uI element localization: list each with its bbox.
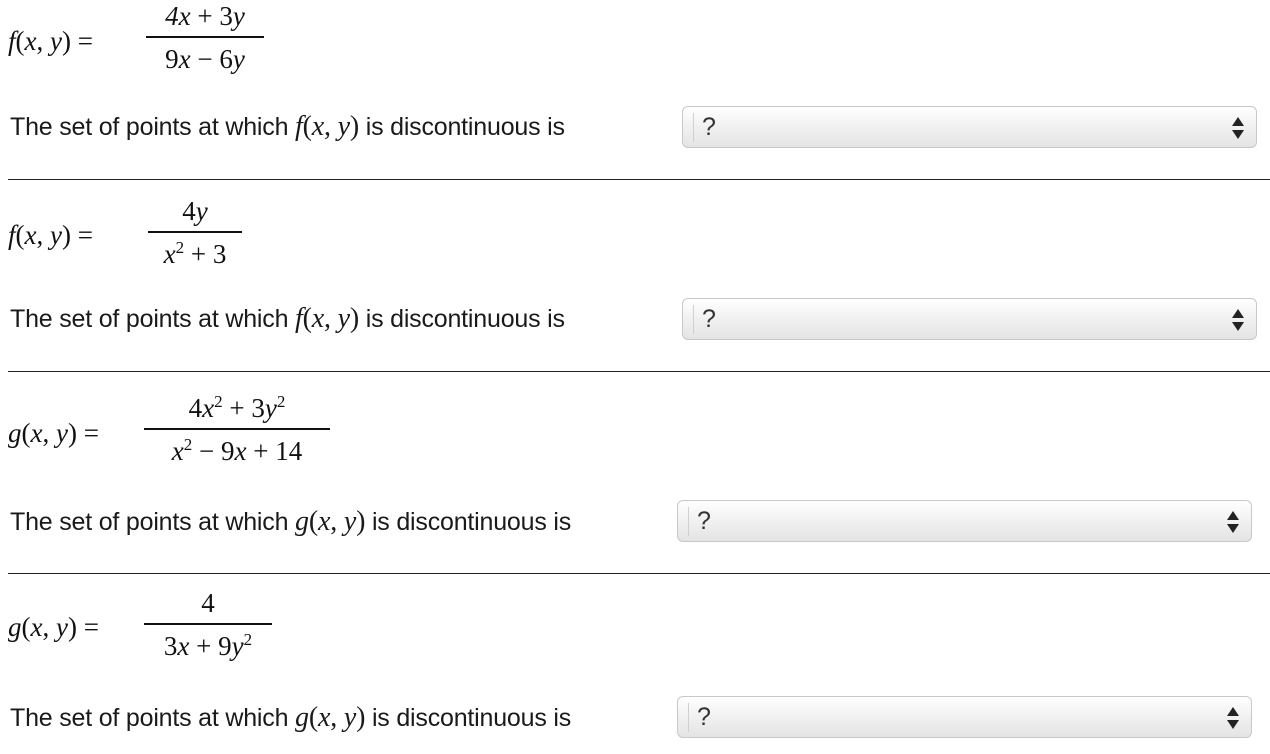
- question-function: f(x, y): [295, 111, 359, 142]
- fraction-denominator: x2 + 3: [163, 237, 227, 269]
- section-divider: [8, 371, 1270, 372]
- select-value: ?: [693, 113, 716, 142]
- question-text: The set of points at which f(x, y) is di…: [10, 303, 565, 335]
- question-suffix: is discontinuous is: [365, 305, 565, 333]
- section-divider: [8, 179, 1270, 180]
- question-prefix: The set of points at which: [10, 113, 289, 141]
- question-text: The set of points at which f(x, y) is di…: [10, 111, 565, 143]
- up-down-arrows-icon: [1232, 117, 1244, 139]
- function-fraction: 4y x2 + 3: [148, 195, 242, 270]
- fraction-numerator: 4: [201, 588, 215, 618]
- function-lhs: f(x, y) =: [8, 220, 93, 250]
- question-text: The set of points at which g(x, y) is di…: [10, 506, 571, 538]
- answer-select[interactable]: ?: [677, 500, 1252, 542]
- select-value: ?: [688, 507, 711, 536]
- fraction-bar: [144, 623, 272, 625]
- function-name: f: [8, 220, 16, 250]
- fraction-denominator: x2 − 9x + 14: [171, 434, 303, 466]
- answer-select[interactable]: ?: [677, 696, 1252, 738]
- question-function: g(x, y): [295, 506, 366, 537]
- fraction-numerator: 4y: [182, 196, 208, 226]
- select-value: ?: [693, 305, 716, 334]
- function-lhs: f(x, y) =: [8, 26, 93, 56]
- question-suffix: is discontinuous is: [371, 508, 572, 536]
- fraction-denominator: 3x + 9y2: [163, 629, 253, 661]
- function-lhs: g(x, y) =: [8, 612, 99, 642]
- function-fraction: 4x2 + 3y2 x2 − 9x + 14: [144, 392, 330, 467]
- up-down-arrows-icon: [1227, 511, 1239, 533]
- function-name: f: [8, 26, 16, 56]
- section-divider: [8, 573, 1270, 574]
- question-prefix: The set of points at which: [10, 508, 289, 536]
- question-suffix: is discontinuous is: [371, 704, 572, 732]
- question-function: g(x, y): [295, 702, 366, 733]
- function-name: g: [8, 418, 22, 448]
- fraction-bar: [146, 36, 264, 38]
- function-fraction: 4 3x + 9y2: [144, 587, 272, 662]
- fraction-bar: [144, 428, 330, 430]
- function-name: g: [8, 612, 22, 642]
- question-text: The set of points at which g(x, y) is di…: [10, 702, 571, 734]
- answer-select[interactable]: ?: [682, 298, 1257, 340]
- question-suffix: is discontinuous is: [365, 113, 565, 141]
- fraction-numerator: 4x + 3y: [165, 1, 245, 31]
- fraction-numerator: 4x2 + 3y2: [188, 392, 286, 423]
- up-down-arrows-icon: [1232, 309, 1244, 331]
- question-prefix: The set of points at which: [10, 305, 289, 333]
- up-down-arrows-icon: [1227, 707, 1239, 729]
- select-value: ?: [688, 703, 711, 732]
- function-fraction: 4x + 3y 9x − 6y: [146, 0, 264, 75]
- question-function: f(x, y): [295, 303, 359, 334]
- function-lhs: g(x, y) =: [8, 418, 99, 448]
- question-prefix: The set of points at which: [10, 704, 289, 732]
- fraction-denominator: 9x − 6y: [165, 43, 245, 74]
- fraction-bar: [148, 231, 242, 233]
- answer-select[interactable]: ?: [682, 106, 1257, 148]
